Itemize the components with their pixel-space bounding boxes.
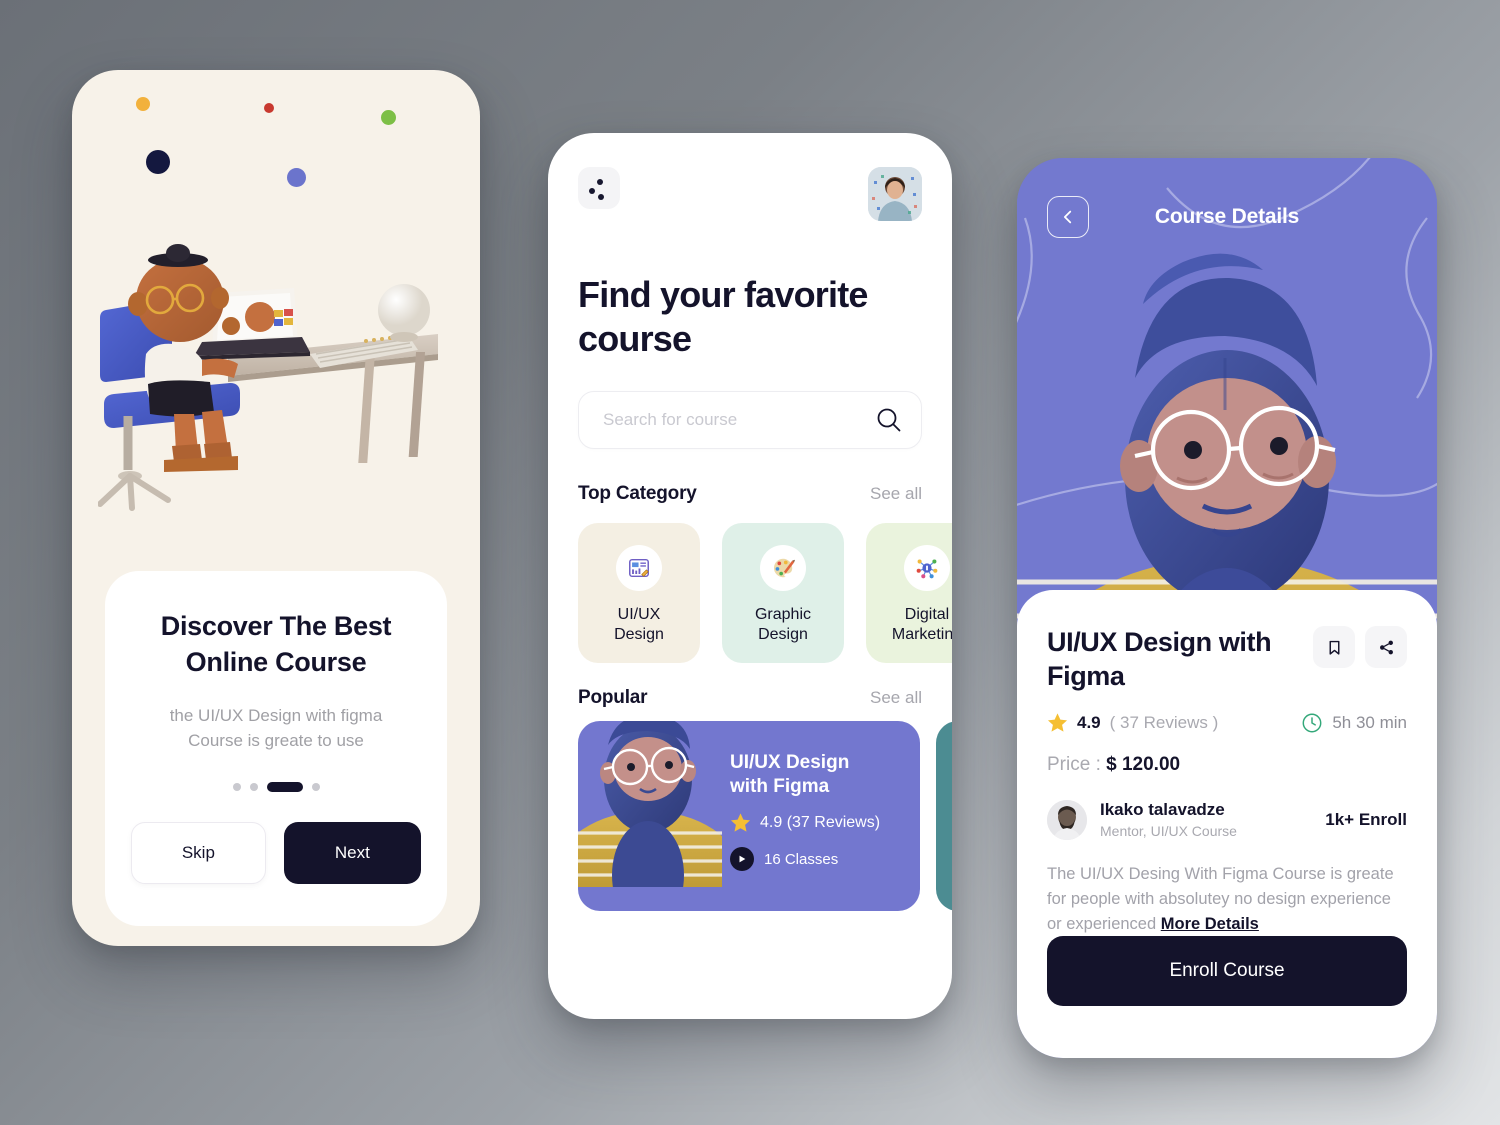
category-label: Graphic Design <box>754 605 812 643</box>
mentor-avatar <box>1047 799 1087 840</box>
home-header <box>578 167 922 221</box>
page-dot-1[interactable] <box>232 782 241 791</box>
popular-header: Popular See all <box>578 687 922 709</box>
course-price: Price : $ 120.00 <box>1047 754 1407 776</box>
course-rating-text: 4.9 (37 Reviews) <box>760 813 881 831</box>
course-details-card: UI/UX Design with Figma 4.9 (37 Reviews… <box>1017 590 1437 1058</box>
home-title-line-1: Find your favorite <box>578 274 868 315</box>
play-icon[interactable] <box>730 847 754 872</box>
course-meta-row: 4.9 ( 37 Reviews ) 5h 30 min <box>1047 712 1407 734</box>
category-card-digital-marketing[interactable]: Digital Marketing <box>866 522 952 663</box>
page-dot-4[interactable] <box>311 782 320 791</box>
mentor-row: Ikako talavadze Mentor, UI/UX Course 1k+… <box>1047 799 1407 840</box>
popular-title: Popular <box>578 686 648 708</box>
enroll-course-button[interactable]: Enroll Course <box>1047 936 1407 1006</box>
home-content: Find your favorite course Search for cou… <box>548 133 952 911</box>
top-category-header: Top Category See all <box>578 483 922 505</box>
skip-button[interactable]: Skip <box>131 821 266 884</box>
price-value: $ 120.00 <box>1106 753 1181 775</box>
share-button[interactable] <box>1365 626 1407 668</box>
star-icon <box>1047 712 1068 733</box>
title-line-2: Online Course <box>185 646 367 677</box>
home-screen: Find your favorite course Search for cou… <box>548 133 952 1019</box>
course-rating: 4.9 ( 37 Reviews ) <box>1047 712 1218 733</box>
home-title-line-2: course <box>578 317 692 359</box>
search-icon[interactable] <box>875 406 903 434</box>
page-subtitle: the UI/UX Design with figma Course is gr… <box>170 704 383 753</box>
course-info: UI/UX Design with Figma 4.9 (37 Reviews) <box>726 721 920 911</box>
subtitle-line-1: the UI/UX Design with figma <box>169 706 383 726</box>
title-line-1: Discover The Best <box>160 611 392 641</box>
page-indicator[interactable] <box>232 781 320 792</box>
page-dot-2[interactable] <box>249 782 258 791</box>
course-name: UI/UX Design with Figma <box>730 751 850 797</box>
course-title: UI/UX Design with Figma <box>1047 627 1272 691</box>
deco-dot-green <box>381 110 396 125</box>
course-details-screen: Course Details UI/UX Design with Figma 4… <box>1017 158 1437 1058</box>
wireframe-icon <box>616 544 662 591</box>
top-category-title: Top Category <box>578 482 697 504</box>
three-dots-icon[interactable] <box>578 167 620 209</box>
top-category-see-all[interactable]: See all <box>870 484 922 504</box>
popular-list: UI/UX Design with Figma 4.9 (37 Reviews) <box>578 720 952 911</box>
category-label: UI/UX Design <box>614 605 664 643</box>
bookmark-icon <box>1326 639 1343 656</box>
star-icon <box>730 812 751 833</box>
category-list: UI/UX Design Graphic Design Digital Mark… <box>578 522 952 663</box>
page-title: Discover The Best Online Course <box>161 609 392 680</box>
popular-course-card[interactable]: UI/UX Design with Figma 4.9 (37 Reviews) <box>578 720 920 911</box>
search-bar[interactable]: Search for course <box>578 390 922 449</box>
rating-reviews: ( 37 Reviews ) <box>1109 712 1219 732</box>
course-actions <box>1313 626 1407 668</box>
popular-course-card-next[interactable] <box>936 720 952 911</box>
clock-icon <box>1301 712 1323 734</box>
palette-icon <box>760 544 806 591</box>
share-icon <box>1378 639 1395 656</box>
page-dot-3-active[interactable] <box>266 781 303 792</box>
course-artwork <box>578 720 726 911</box>
mentor-role: Mentor, UI/UX Course <box>1100 822 1237 839</box>
deco-dot-periwinkle <box>287 168 306 187</box>
onboarding-actions: Skip Next <box>131 821 421 884</box>
more-details-link[interactable]: More Details <box>1161 915 1259 933</box>
course-rating: 4.9 (37 Reviews) <box>730 812 920 833</box>
popular-see-all[interactable]: See all <box>870 688 922 708</box>
category-card-graphic[interactable]: Graphic Design <box>722 522 844 663</box>
mentor-info[interactable]: Ikako talavadze Mentor, UI/UX Course <box>1047 799 1237 840</box>
mentor-text: Ikako talavadze Mentor, UI/UX Course <box>1100 800 1237 838</box>
onboarding-illustration <box>98 238 454 528</box>
page-title: Course Details <box>1154 205 1300 228</box>
rating-value: 4.9 <box>1077 712 1101 732</box>
onboarding-screen: Discover The Best Online Course the UI/U… <box>72 70 480 946</box>
page-title: Find your favorite course <box>578 273 922 361</box>
enroll-count: 1k+ Enroll <box>1325 809 1407 829</box>
course-duration: 5h 30 min <box>1301 712 1407 734</box>
deco-dot-navy <box>146 150 170 174</box>
details-header: Course Details <box>1017 196 1437 238</box>
deco-dot-yellow <box>136 97 150 111</box>
bookmark-button[interactable] <box>1313 626 1355 668</box>
duration-text: 5h 30 min <box>1332 712 1407 732</box>
network-icon <box>904 544 950 591</box>
course-description: The UI/UX Desing With Figma Course is gr… <box>1047 862 1407 937</box>
deco-dot-red <box>264 103 274 113</box>
category-label: Digital Marketing <box>891 605 952 643</box>
mentor-name: Ikako talavadze <box>1100 800 1225 820</box>
course-classes: 16 Classes <box>730 847 920 872</box>
price-label: Price : <box>1047 753 1101 775</box>
category-card-uiux[interactable]: UI/UX Design <box>578 522 700 663</box>
search-input[interactable]: Search for course <box>603 410 875 430</box>
avatar[interactable] <box>868 167 922 221</box>
next-button[interactable]: Next <box>283 821 421 884</box>
onboarding-card: Discover The Best Online Course the UI/U… <box>105 571 447 926</box>
course-classes-text: 16 Classes <box>764 850 839 868</box>
course-title-row: UI/UX Design with Figma <box>1047 626 1407 694</box>
subtitle-line-2: Course is greate to use <box>188 730 364 750</box>
